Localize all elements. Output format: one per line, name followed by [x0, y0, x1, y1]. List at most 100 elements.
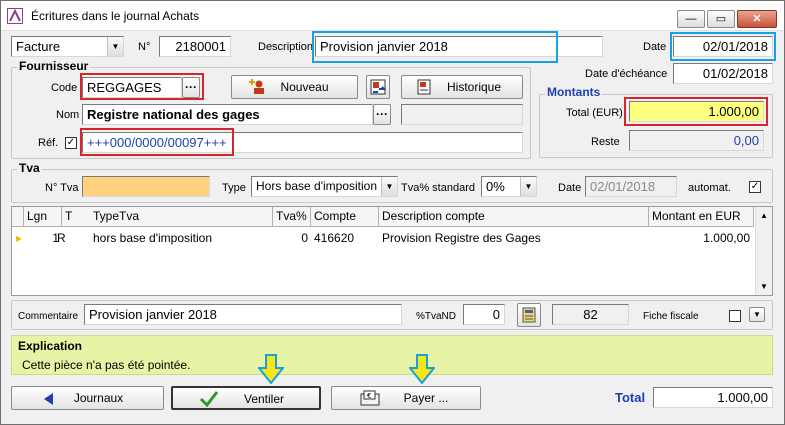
arrow-left-icon [42, 391, 54, 413]
double-chevron-down-icon: ▼ [753, 310, 761, 319]
swap-contact-button[interactable] [366, 75, 390, 99]
count-field: 82 [552, 304, 629, 325]
cell-t: R [57, 231, 66, 245]
tva-standard-select[interactable]: 0% ▼ [481, 176, 537, 197]
echeance-field[interactable]: 01/02/2018 [673, 63, 773, 84]
window-title: Écritures dans le journal Achats [31, 9, 200, 23]
automat-label: automat. [688, 182, 731, 194]
chevron-down-icon: ▼ [520, 177, 536, 196]
col-header-compte[interactable]: Compte [311, 207, 379, 227]
explication-text: Cette pièce n'a pas été pointée. [22, 358, 191, 372]
total-field: 1.000,00 [653, 387, 773, 408]
payer-label: Payer ... [403, 391, 449, 405]
col-header-lgn[interactable]: Lgn [24, 207, 62, 227]
type-select[interactable]: Hors base d'imposition ▼ [251, 176, 398, 197]
ref-highlight [80, 128, 234, 156]
tvand-field[interactable]: 0 [463, 304, 505, 325]
tvand-calc-button[interactable] [517, 303, 541, 327]
svg-text:€: € [367, 392, 371, 400]
cell-tva: 0 [301, 231, 308, 245]
journaux-label: Journaux [73, 391, 124, 405]
historique-label: Historique [446, 80, 502, 94]
description-highlight [312, 31, 558, 63]
reste-label: Reste [591, 136, 620, 148]
minimize-button[interactable]: — [677, 10, 705, 28]
payer-button[interactable]: € Payer ... [331, 386, 481, 410]
journaux-button[interactable]: Journaux [11, 386, 164, 410]
description-label: Description [258, 41, 314, 53]
journal-entry-window: Écritures dans le journal Achats — ▭ ✕ F… [0, 0, 785, 425]
tva-date-label: Date [558, 182, 582, 194]
contact-card-icon [370, 79, 387, 102]
date-label: Date [643, 41, 667, 53]
nom-lookup-button[interactable]: ··· [373, 104, 391, 125]
chevron-down-icon: ▼ [381, 177, 397, 196]
yellow-down-arrow-icon [407, 354, 437, 385]
col-header-tva[interactable]: Tva% [273, 207, 311, 227]
nouveau-label: Nouveau [280, 80, 329, 94]
total-label: Total [615, 390, 646, 405]
ventiler-button[interactable]: Ventiler [171, 386, 321, 410]
chevron-down-icon: ▼ [107, 37, 123, 56]
explication-title: Explication [18, 339, 83, 353]
title-bar: Écritures dans le journal Achats — ▭ ✕ [1, 1, 784, 31]
number-field[interactable]: 2180001 [159, 36, 231, 57]
euro-payment-icon: € [360, 390, 380, 414]
maximize-button[interactable]: ▭ [707, 10, 735, 28]
tvand-label: %TvaND [416, 311, 457, 322]
reste-field: 0,00 [629, 130, 764, 151]
scroll-up-icon[interactable]: ▲ [760, 211, 768, 220]
calculator-icon [522, 307, 536, 330]
doc-type-value: Facture [16, 39, 61, 54]
fiche-fiscale-label: Fiche fiscale [643, 311, 699, 322]
nom-label: Nom [56, 109, 80, 121]
commentaire-label: Commentaire [18, 311, 79, 322]
close-button[interactable]: ✕ [737, 10, 777, 28]
echeance-label: Date d'échéance [585, 68, 668, 80]
number-label: N° [138, 41, 151, 53]
total-eur-label: Total (EUR) [566, 107, 623, 119]
grid-scrollbar[interactable]: ▲ ▼ [755, 207, 772, 295]
explication-panel: Explication Cette pièce n'a pas été poin… [11, 335, 773, 375]
col-header-montant[interactable]: Montant en EUR [649, 207, 754, 227]
type-label: Type [222, 182, 246, 194]
commentaire-field[interactable]: Provision janvier 2018 [84, 304, 402, 325]
cell-compte: 416620 [314, 231, 355, 245]
new-person-icon [248, 79, 266, 102]
col-header-typetva[interactable]: TypeTva [90, 207, 273, 227]
doc-type-select[interactable]: Facture ▼ [11, 36, 124, 57]
date-highlight [670, 32, 776, 61]
col-header-description[interactable]: Description compte [379, 207, 649, 227]
nom-extra-field [401, 104, 523, 125]
tva-title: Tva [17, 161, 42, 175]
type-value: Hors base d'imposition [256, 179, 378, 193]
yellow-down-arrow-icon [256, 354, 286, 385]
automat-checkbox[interactable]: ✓ [749, 181, 761, 193]
scroll-down-icon[interactable]: ▼ [760, 282, 768, 291]
code-highlight [80, 73, 204, 100]
ventiler-label: Ventiler [243, 392, 285, 406]
cell-montant: 1.000,00 [703, 231, 750, 245]
history-book-icon [416, 79, 432, 102]
cell-description: Provision Registre des Gages [382, 231, 541, 245]
fiche-fiscale-dropdown[interactable]: ▼ [749, 307, 765, 322]
checkmark-icon [199, 390, 219, 415]
ntva-field[interactable] [82, 176, 210, 197]
nouveau-button[interactable]: Nouveau [231, 75, 358, 99]
ntva-label: N° Tva [45, 182, 79, 194]
nom-field[interactable]: Registre national des gages [82, 104, 373, 125]
grid-row-header-col [12, 207, 24, 227]
ref-checkbox[interactable]: ✓ [65, 137, 77, 149]
montants-title: Montants [545, 85, 603, 99]
ref-label: Réf. [38, 137, 59, 149]
total-highlight [624, 97, 768, 126]
historique-button[interactable]: Historique [401, 75, 523, 99]
fiche-fiscale-checkbox[interactable] [729, 310, 741, 322]
cell-typetva: hors base d'imposition [93, 231, 213, 245]
entries-grid: Lgn T TypeTva Tva% Compte Description co… [11, 206, 773, 296]
tva-standard-value: 0% [486, 179, 505, 194]
fournisseur-title: Fournisseur [17, 59, 91, 73]
code-label: Code [51, 82, 78, 94]
tva-date-field: 02/01/2018 [585, 176, 677, 197]
app-icon [7, 8, 23, 24]
